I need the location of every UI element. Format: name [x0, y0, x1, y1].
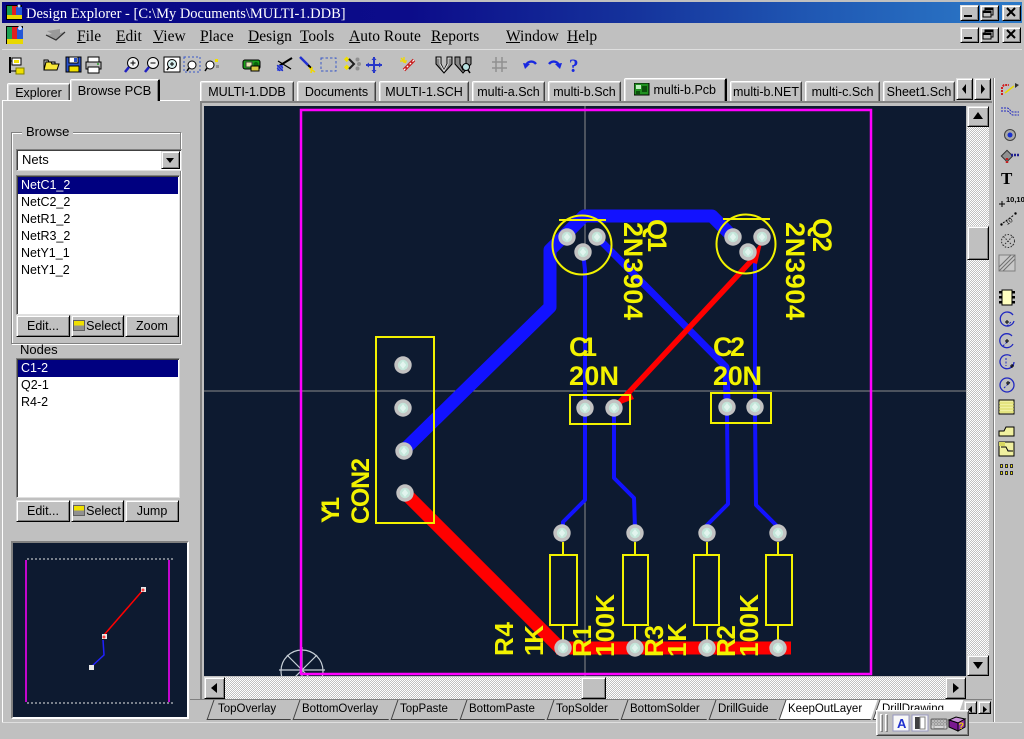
svg-text:Q2: Q2	[807, 218, 837, 252]
svg-text:?: ?	[959, 721, 965, 731]
svg-text:A: A	[897, 716, 907, 731]
svg-text:100K: 100K	[590, 594, 620, 657]
svg-text:CON2: CON2	[347, 458, 375, 524]
svg-text:R4: R4	[489, 621, 519, 656]
svg-text:20N: 20N	[713, 361, 762, 391]
svg-text:?: ?	[569, 56, 579, 77]
svg-text:1K: 1K	[519, 625, 549, 656]
svg-text:1K: 1K	[662, 623, 692, 657]
svg-text:Y1: Y1	[317, 497, 345, 523]
svg-text:2N3904: 2N3904	[780, 222, 810, 320]
svg-text:100K: 100K	[734, 594, 764, 657]
svg-text:20N: 20N	[569, 361, 619, 391]
svg-text:10,10: 10,10	[1006, 195, 1024, 204]
svg-text:10: 10	[1004, 217, 1014, 227]
svg-text:C2: C2	[713, 332, 745, 362]
svg-text:2N3904: 2N3904	[618, 222, 648, 320]
svg-text:C1: C1	[569, 332, 597, 362]
svg-text:T: T	[1001, 169, 1013, 188]
